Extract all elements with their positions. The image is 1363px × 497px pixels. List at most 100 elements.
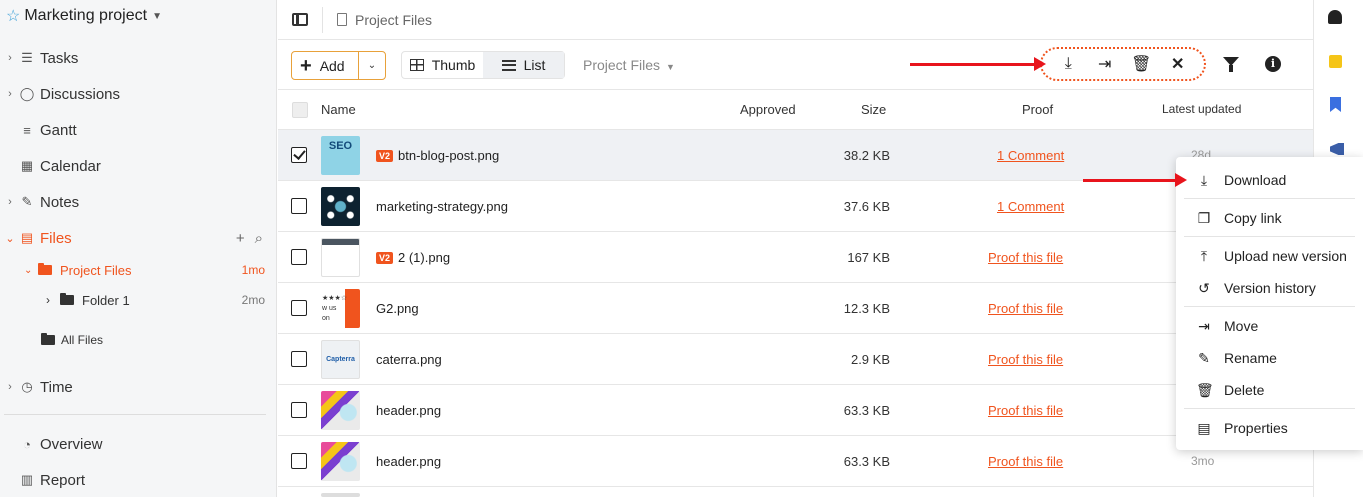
sidebar-item-tasks[interactable]: › ☰ Tasks xyxy=(0,46,277,70)
bookmark-icon[interactable] xyxy=(1330,97,1341,112)
menu-item-label: Rename xyxy=(1224,350,1277,366)
file-thumbnail xyxy=(321,442,360,481)
tree-item-project-files[interactable]: ⌄ Project Files 1mo xyxy=(24,260,277,280)
column-proof[interactable]: Proof xyxy=(1022,102,1053,117)
info-icon[interactable]: i xyxy=(1265,56,1281,72)
sidebar-item-gantt[interactable]: ≡ Gantt xyxy=(0,118,277,142)
table-row[interactable]: SEO V2 btn-blog-post.png 38.2 KB 1 Commen… xyxy=(278,130,1313,181)
file-thumbnail: Capterra xyxy=(321,340,360,379)
menu-item-upload-new-version[interactable]: ⤒ Upload new version xyxy=(1176,244,1363,268)
column-approved[interactable]: Approved xyxy=(740,102,796,117)
proof-link[interactable]: 1 Comment xyxy=(997,199,1064,214)
sidebar-item-calendar[interactable]: ▦ Calendar xyxy=(0,154,277,178)
bell-icon[interactable] xyxy=(1328,10,1342,24)
file-name[interactable]: G2.png xyxy=(376,301,419,316)
file-name[interactable]: V2 btn-blog-post.png xyxy=(376,148,499,163)
menu-item-rename[interactable]: ✎ Rename xyxy=(1176,346,1363,370)
table-row[interactable]: marketing-strategy.png 37.6 KB 1 Comment xyxy=(278,181,1313,232)
version-badge: V2 xyxy=(376,149,394,162)
plus-icon[interactable]: + xyxy=(236,230,245,247)
chevron-down-icon[interactable]: ⌄ xyxy=(2,232,18,245)
sidebar-item-discussions[interactable]: › ◯ Discussions xyxy=(0,82,277,106)
row-checkbox[interactable] xyxy=(291,198,307,214)
file-name[interactable]: caterra.png xyxy=(376,352,442,367)
sidebar-toggle-icon[interactable] xyxy=(292,13,308,26)
chevron-down-icon: ▼ xyxy=(152,10,162,22)
chevron-down-icon: ⌄ xyxy=(367,60,377,71)
download-button[interactable]: ⤓ xyxy=(1056,53,1080,75)
filter-icon[interactable] xyxy=(1223,57,1239,72)
move-icon: ⇥ xyxy=(1198,317,1210,334)
delete-button[interactable]: 🗑 xyxy=(1129,53,1153,75)
chevron-right-icon[interactable]: › xyxy=(2,88,18,100)
chevron-down-icon[interactable]: ⌄ xyxy=(24,265,38,276)
copy-icon: ❐ xyxy=(1197,209,1211,226)
table-row[interactable]: header.png 63.3 KB Proof this file xyxy=(278,385,1313,436)
chevron-right-icon[interactable]: › xyxy=(46,293,60,307)
project-selector[interactable]: ☆ Marketing project ▼ xyxy=(6,6,162,26)
folder-dropdown[interactable]: Project Files ▼ xyxy=(583,57,675,73)
tree-item-all-files[interactable]: All Files xyxy=(41,330,103,350)
row-checkbox[interactable] xyxy=(291,453,307,469)
grid-icon xyxy=(409,59,424,71)
sidebar-item-notes[interactable]: › ✎ Notes xyxy=(0,190,277,214)
select-all-checkbox[interactable] xyxy=(292,102,308,118)
menu-item-copy-link[interactable]: ❐ Copy link xyxy=(1176,206,1363,230)
menu-item-version-history[interactable]: ↺ Version history xyxy=(1176,276,1363,300)
row-checkbox[interactable] xyxy=(291,402,307,418)
view-list-button[interactable]: List xyxy=(483,52,564,78)
chat-icon: ◯ xyxy=(19,86,35,101)
row-checkbox[interactable] xyxy=(291,249,307,265)
chevron-right-icon[interactable]: › xyxy=(2,52,18,64)
column-size[interactable]: Size xyxy=(861,102,886,117)
file-name[interactable]: marketing-strategy.png xyxy=(376,199,508,214)
file-name[interactable]: header.png xyxy=(376,454,441,469)
clear-selection-button[interactable]: ✕ xyxy=(1166,53,1190,75)
sidebar-item-report[interactable]: ▥ Report xyxy=(0,468,277,492)
pencil-icon: ✎ xyxy=(1198,349,1210,366)
table-row[interactable]: header.png 63.3 KB Proof this file 3mo xyxy=(278,436,1313,487)
menu-item-download[interactable]: ⤓ Download xyxy=(1176,168,1363,192)
file-name[interactable]: header.png xyxy=(376,403,441,418)
thumb-text: SEO xyxy=(328,140,353,152)
row-checkbox[interactable] xyxy=(291,351,307,367)
star-icon[interactable]: ☆ xyxy=(6,6,20,26)
table-row[interactable]: Capterra caterra.png 2.9 KB Proof this f… xyxy=(278,334,1313,385)
sidebar-item-label: Gantt xyxy=(40,121,77,139)
table-row[interactable]: V2 2 (1).png 167 KB Proof this file xyxy=(278,232,1313,283)
column-latest-updated[interactable]: Latest updated xyxy=(1162,102,1241,116)
row-checkbox[interactable] xyxy=(291,147,307,163)
table-row[interactable]: ★★★☆ w us on G2.png 12.3 KB Proof this f… xyxy=(278,283,1313,334)
proof-link[interactable]: Proof this file xyxy=(988,250,1063,265)
breadcrumb-item[interactable]: Project Files xyxy=(355,12,432,28)
proof-link[interactable]: Proof this file xyxy=(988,352,1063,367)
proof-link[interactable]: Proof this file xyxy=(988,403,1063,418)
menu-item-properties[interactable]: ▤ Properties xyxy=(1176,416,1363,440)
table-row[interactable] xyxy=(278,487,1313,497)
menu-item-move[interactable]: ⇥ Move xyxy=(1176,314,1363,338)
proof-link[interactable]: 1 Comment xyxy=(997,148,1064,163)
chevron-right-icon[interactable]: › xyxy=(2,381,18,393)
megaphone-icon[interactable] xyxy=(1330,143,1344,155)
add-dropdown-button[interactable]: ⌄ xyxy=(359,52,385,79)
sidebar-item-overview[interactable]: ◔ Overview xyxy=(0,432,277,456)
file-name[interactable]: V2 2 (1).png xyxy=(376,250,450,265)
tree-item-folder-1[interactable]: › Folder 1 2mo xyxy=(46,290,277,310)
proof-link[interactable]: Proof this file xyxy=(988,301,1063,316)
sticky-note-icon[interactable] xyxy=(1329,55,1342,68)
view-thumb-button[interactable]: Thumb xyxy=(402,52,483,78)
file-thumbnail xyxy=(321,493,360,497)
add-button[interactable]: + Add xyxy=(292,52,359,79)
folder-icon xyxy=(38,263,52,275)
chevron-right-icon[interactable]: › xyxy=(2,196,18,208)
move-button[interactable]: ⇥ xyxy=(1093,53,1117,75)
column-name[interactable]: Name xyxy=(321,102,356,117)
row-checkbox[interactable] xyxy=(291,300,307,316)
sidebar-item-files[interactable]: ⌄ ▤ Files + ⌕ xyxy=(0,226,277,250)
proof-link[interactable]: Proof this file xyxy=(988,454,1063,469)
add-button-group: + Add ⌄ xyxy=(291,51,386,80)
search-icon[interactable]: ⌕ xyxy=(255,230,263,247)
menu-item-label: Delete xyxy=(1224,382,1265,398)
sidebar-item-time[interactable]: › ◷ Time xyxy=(0,375,277,399)
menu-item-delete[interactable]: 🗑 Delete xyxy=(1176,378,1363,402)
